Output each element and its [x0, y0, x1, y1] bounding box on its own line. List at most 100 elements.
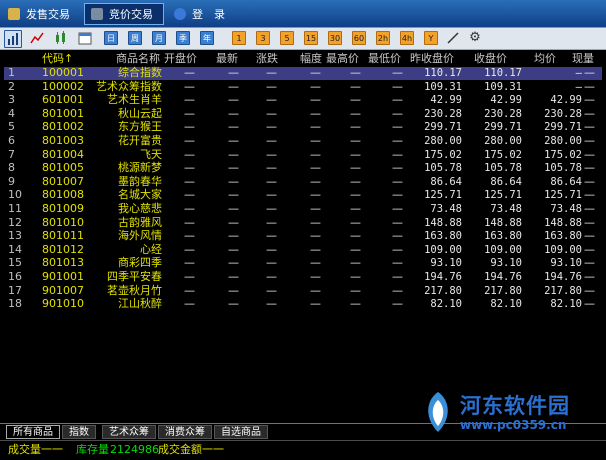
period-week-button[interactable]: 周: [128, 31, 142, 45]
col-close[interactable]: 收盘价: [474, 52, 507, 66]
tab-art-crowdfunding[interactable]: 艺术众筹: [102, 425, 156, 439]
table-row[interactable]: 6 801003 花开富贵 — — — — — —280.00 280.00 280.00—: [4, 134, 602, 148]
cell-idx: 8: [8, 161, 15, 175]
draw-tool-icon[interactable]: [446, 31, 460, 45]
col-name[interactable]: 商品名称: [116, 52, 160, 66]
minute-15-button[interactable]: 15: [304, 31, 318, 45]
quote-table: 代码↑ 商品名称 开盘价 最新 涨跌 幅度 最高价 最低价 昨收盘价 收盘价 均…: [4, 52, 602, 420]
cell-last: —: [228, 215, 239, 229]
cell-open: —: [184, 93, 195, 107]
cell-name: 东方猴王: [118, 120, 162, 134]
cell-prev: 82.10: [430, 298, 462, 311]
col-last[interactable]: 最新: [216, 52, 238, 66]
cell-chg: —: [266, 147, 277, 161]
tab-login[interactable]: 登 录: [168, 3, 242, 25]
bar-chart-icon[interactable]: [4, 30, 22, 48]
col-average[interactable]: 均价: [534, 52, 556, 66]
col-high[interactable]: 最高价: [326, 52, 359, 66]
table-row[interactable]: 7 801004 飞天 — — — — — —175.02 175.02 175.02—: [4, 147, 602, 162]
minute-60-button[interactable]: 60: [352, 31, 366, 45]
cell-chg: —: [266, 188, 277, 202]
inventory-label: 库存量: [76, 443, 109, 456]
tab-all-goods[interactable]: 所有商品: [6, 425, 60, 439]
cell-prev: 42.99: [430, 94, 462, 107]
table-row[interactable]: 10 801008 名城大家 — — — — — —125.71 125.71 125.71—: [4, 188, 602, 202]
table-row[interactable]: 15 801013 商彩四季 — — — — — —93.10 93.10 93.10—: [4, 256, 602, 270]
table-row[interactable]: 14 801012 心经 — — — — — —109.00 109.00 109.00—: [4, 242, 602, 257]
cell-name: 茗壶秋月竹: [107, 283, 162, 297]
cell-last: —: [228, 66, 239, 79]
calendar-icon[interactable]: [78, 31, 92, 45]
col-change[interactable]: 涨跌: [256, 52, 278, 66]
cell-prev: 299.71: [424, 121, 462, 134]
tab-label: 竞价交易: [109, 8, 153, 21]
gear-icon[interactable]: ⚙: [468, 31, 482, 45]
custom-period-button[interactable]: Y: [424, 31, 438, 45]
col-percent[interactable]: 幅度: [300, 52, 322, 66]
table-row[interactable]: 1 100001 综合指数 — — — — — —110.17 110.17— —: [4, 66, 602, 80]
cell-high: —: [350, 242, 361, 256]
cell-chg: —: [266, 174, 277, 188]
table-row[interactable]: 3 601001 艺术生肖羊 — — — — — —42.99 42.99 42.99—: [4, 93, 602, 107]
tab-bidding-trading[interactable]: 竞价交易: [84, 3, 164, 25]
watermark: 河东软件园 www.pc0359.cn: [418, 388, 598, 436]
tab-consumer-crowdfunding[interactable]: 消费众筹: [158, 425, 212, 439]
table-row[interactable]: 12 801010 古韵雅风 — — — — — —148.88 148.88 148.88—: [4, 215, 602, 230]
col-volume[interactable]: 现量: [572, 52, 594, 66]
cell-open: —: [184, 106, 195, 120]
tab-watchlist[interactable]: 自选商品: [214, 425, 268, 439]
hour-4-button[interactable]: 4h: [400, 31, 414, 45]
table-row[interactable]: 13 801011 海外风情 — — — — — —163.80 163.80 163.80—: [4, 229, 602, 243]
status-bar: 成交量一一 库存量 2124986 成交金额一一: [0, 440, 606, 460]
cell-avg: 163.80: [544, 230, 582, 243]
cell-idx: 10: [8, 188, 22, 202]
table-row[interactable]: 11 801009 我心慈悲 — — — — — —73.48 73.48 73.48—: [4, 202, 602, 216]
candlestick-icon[interactable]: [54, 31, 68, 45]
tab-presale-trading[interactable]: 发售交易: [2, 3, 80, 25]
minute-30-button[interactable]: 30: [328, 31, 342, 45]
table-row[interactable]: 9 801007 墨韵春华 — — — — — —86.64 86.64 86.64—: [4, 174, 602, 189]
period-month-button[interactable]: 月: [152, 31, 166, 45]
table-row[interactable]: 4 801001 秋山云起 — — — — — —230.28 230.28 230.28—: [4, 106, 602, 121]
tab-index[interactable]: 指数: [62, 425, 96, 439]
cell-chg: —: [266, 270, 277, 283]
cell-pct: —: [310, 270, 321, 283]
cell-close: 163.80: [484, 230, 522, 243]
minute-5-button[interactable]: 5: [280, 31, 294, 45]
period-quarter-button[interactable]: 季: [176, 31, 190, 45]
cell-idx: 12: [8, 215, 22, 229]
table-row[interactable]: 18 901010 江山秋醉 — — — — — —82.10 82.10 82.10—: [4, 297, 602, 311]
cell-prev: 73.48: [430, 203, 462, 215]
table-row[interactable]: 5 801002 东方猴王 — — — — — —299.71 299.71 299.71—: [4, 120, 602, 134]
col-low[interactable]: 最低价: [368, 52, 401, 66]
table-row[interactable]: 16 901001 四季平安春 — — — — — —194.76 194.76 194.76—: [4, 270, 602, 284]
table-row[interactable]: 2 100002 艺术众筹指数 — — — — — —109.31 109.31— —: [4, 79, 602, 94]
minute-3-button[interactable]: 3: [256, 31, 270, 45]
cell-last: —: [228, 229, 239, 243]
cell-high: —: [350, 256, 361, 270]
minute-1-button[interactable]: 1: [232, 31, 246, 45]
cell-close: 105.78: [484, 162, 522, 175]
cell-vol: —: [584, 297, 595, 311]
cell-pct: —: [310, 93, 321, 107]
cell-open: —: [184, 229, 195, 243]
table-row[interactable]: 8 801005 桃源新梦 — — — — — —105.78 105.78 105.78—: [4, 161, 602, 175]
cell-prev: 148.88: [424, 216, 462, 229]
cell-chg: —: [266, 161, 277, 175]
table-row[interactable]: 17 901007 茗壶秋月竹 — — — — — —217.80 217.80 217.80—: [4, 283, 602, 298]
cell-avg: 125.71: [544, 189, 582, 202]
period-day-button[interactable]: 日: [104, 31, 118, 45]
col-code[interactable]: 代码↑: [42, 52, 73, 66]
cell-name: 艺术众筹指数: [96, 79, 162, 93]
cell-chg: —: [266, 120, 277, 134]
hour-2-button[interactable]: 2h: [376, 31, 390, 45]
period-year-button[interactable]: 年: [200, 31, 214, 45]
cell-pct: —: [310, 256, 321, 270]
amount-status: 成交金额一一: [158, 443, 224, 456]
col-prev-close[interactable]: 昨收盘价: [410, 52, 454, 66]
cell-pct: —: [310, 79, 321, 93]
cell-avg: 109.00: [544, 243, 582, 256]
cell-idx: 1: [8, 66, 15, 79]
line-chart-icon[interactable]: [30, 31, 44, 45]
col-open[interactable]: 开盘价: [164, 52, 197, 66]
